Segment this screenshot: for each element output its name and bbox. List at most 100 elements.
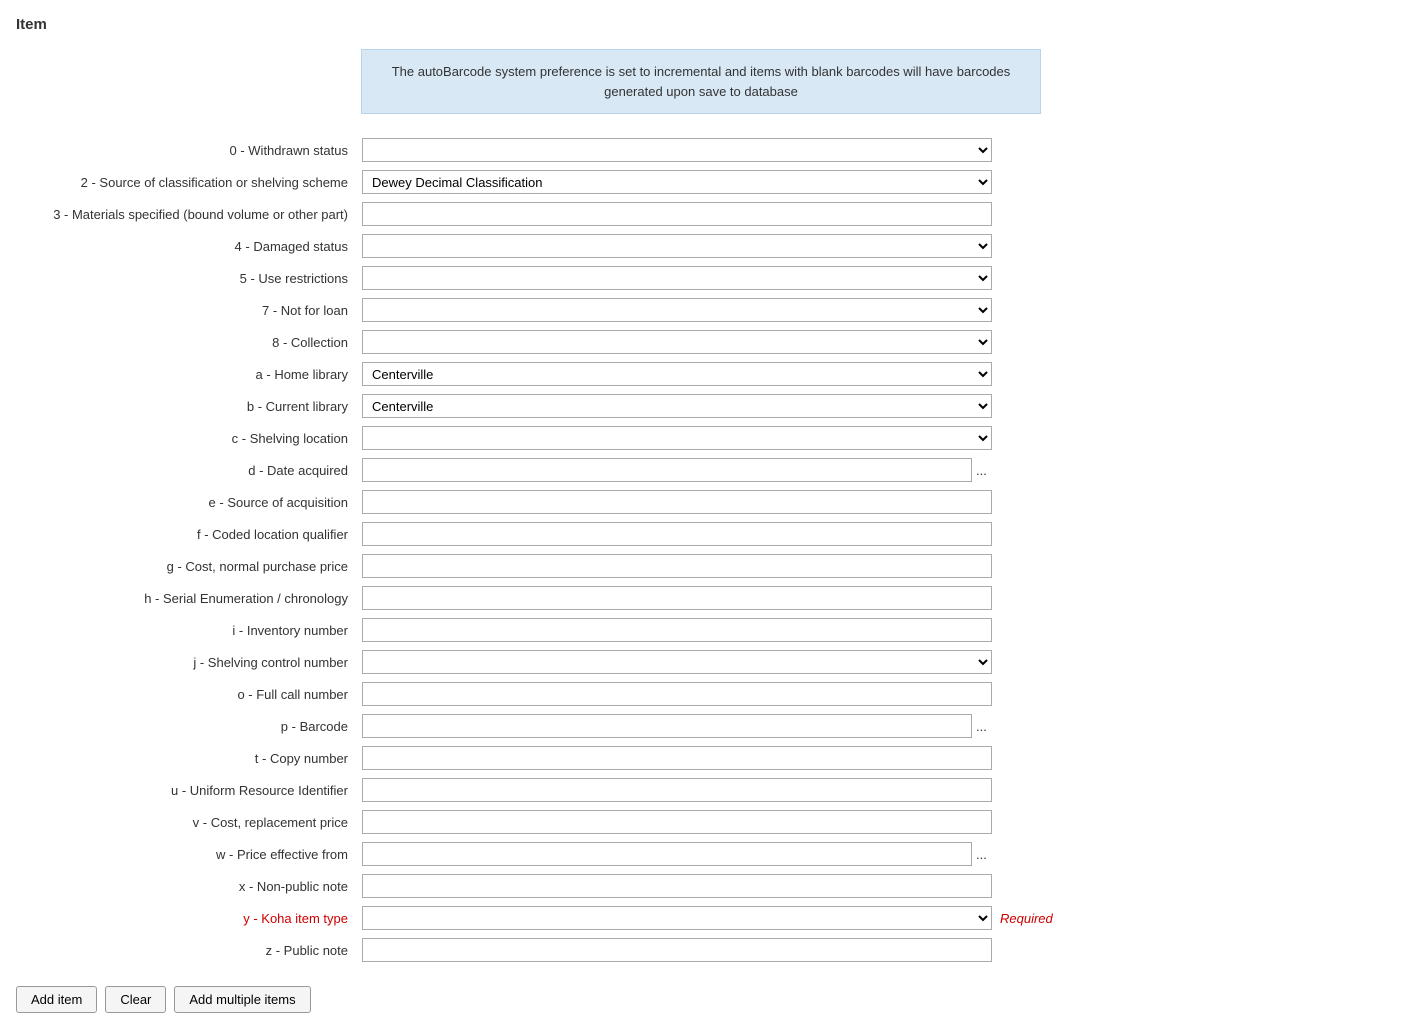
field-label-damaged: 4 - Damaged status (16, 230, 356, 262)
field-label-use_restrictions: 5 - Use restrictions (16, 262, 356, 294)
input-price_effective[interactable] (362, 842, 972, 866)
item-form-table: 0 - Withdrawn status2 - Source of classi… (16, 134, 1386, 966)
table-row: e - Source of acquisition (16, 486, 1386, 518)
field-cell-not_for_loan (356, 294, 1386, 326)
dots-date_acquired[interactable]: ... (976, 463, 987, 478)
field-label-not_for_loan: 7 - Not for loan (16, 294, 356, 326)
field-cell-inventory_number (356, 614, 1386, 646)
field-cell-classification: Dewey Decimal Classification (356, 166, 1386, 198)
table-row: 5 - Use restrictions (16, 262, 1386, 294)
table-row: c - Shelving location (16, 422, 1386, 454)
input-uri[interactable] (362, 778, 992, 802)
field-label-cost_replacement: v - Cost, replacement price (16, 806, 356, 838)
page-title: Item (16, 16, 1386, 33)
field-label-non_public_note: x - Non-public note (16, 870, 356, 902)
field-cell-cost_replacement (356, 806, 1386, 838)
field-label-public_note: z - Public note (16, 934, 356, 966)
input-collection[interactable] (362, 330, 992, 354)
field-cell-price_effective: ... (356, 838, 1386, 870)
table-row: 7 - Not for loan (16, 294, 1386, 326)
field-label-date_acquired: d - Date acquired (16, 454, 356, 486)
table-row: y - Koha item typeRequired (16, 902, 1386, 934)
field-label-inventory_number: i - Inventory number (16, 614, 356, 646)
field-label-koha_item_type: y - Koha item type (16, 902, 356, 934)
table-row: 8 - Collection (16, 326, 1386, 358)
input-home_library[interactable]: Centerville (362, 362, 992, 386)
input-non_public_note[interactable] (362, 874, 992, 898)
table-row: 4 - Damaged status (16, 230, 1386, 262)
input-damaged[interactable] (362, 234, 992, 258)
table-row: 0 - Withdrawn status (16, 134, 1386, 166)
field-cell-serial_enum (356, 582, 1386, 614)
field-cell-withdrawn (356, 134, 1386, 166)
field-label-full_call_number: o - Full call number (16, 678, 356, 710)
input-coded_location[interactable] (362, 522, 992, 546)
table-row: 2 - Source of classification or shelving… (16, 166, 1386, 198)
field-cell-damaged (356, 230, 1386, 262)
field-label-collection: 8 - Collection (16, 326, 356, 358)
input-date_acquired[interactable] (362, 458, 972, 482)
field-label-materials: 3 - Materials specified (bound volume or… (16, 198, 356, 230)
field-label-withdrawn: 0 - Withdrawn status (16, 134, 356, 166)
info-banner: The autoBarcode system preference is set… (361, 49, 1041, 114)
table-row: d - Date acquired... (16, 454, 1386, 486)
input-use_restrictions[interactable] (362, 266, 992, 290)
table-row: u - Uniform Resource Identifier (16, 774, 1386, 806)
input-barcode[interactable] (362, 714, 972, 738)
field-cell-date_acquired: ... (356, 454, 1386, 486)
field-label-barcode: p - Barcode (16, 710, 356, 742)
input-koha_item_type[interactable] (362, 906, 992, 930)
table-row: 3 - Materials specified (bound volume or… (16, 198, 1386, 230)
clear-button[interactable]: Clear (105, 986, 166, 1013)
add-item-button[interactable]: Add item (16, 986, 97, 1013)
table-row: g - Cost, normal purchase price (16, 550, 1386, 582)
input-cost_normal[interactable] (362, 554, 992, 578)
input-source_acquisition[interactable] (362, 490, 992, 514)
input-serial_enum[interactable] (362, 586, 992, 610)
field-label-copy_number: t - Copy number (16, 742, 356, 774)
table-row: h - Serial Enumeration / chronology (16, 582, 1386, 614)
input-full_call_number[interactable] (362, 682, 992, 706)
table-row: j - Shelving control number (16, 646, 1386, 678)
dots-price_effective[interactable]: ... (976, 847, 987, 862)
input-shelving_control[interactable] (362, 650, 992, 674)
add-multiple-button[interactable]: Add multiple items (174, 986, 310, 1013)
input-copy_number[interactable] (362, 746, 992, 770)
table-row: z - Public note (16, 934, 1386, 966)
field-cell-barcode: ... (356, 710, 1386, 742)
field-cell-current_library: Centerville (356, 390, 1386, 422)
field-cell-non_public_note (356, 870, 1386, 902)
field-label-classification: 2 - Source of classification or shelving… (16, 166, 356, 198)
field-cell-cost_normal (356, 550, 1386, 582)
input-current_library[interactable]: Centerville (362, 394, 992, 418)
table-row: x - Non-public note (16, 870, 1386, 902)
field-cell-uri (356, 774, 1386, 806)
field-cell-copy_number (356, 742, 1386, 774)
field-cell-collection (356, 326, 1386, 358)
field-cell-coded_location (356, 518, 1386, 550)
input-cost_replacement[interactable] (362, 810, 992, 834)
input-withdrawn[interactable] (362, 138, 992, 162)
field-cell-use_restrictions (356, 262, 1386, 294)
field-label-shelving_control: j - Shelving control number (16, 646, 356, 678)
table-row: b - Current libraryCenterville (16, 390, 1386, 422)
input-inventory_number[interactable] (362, 618, 992, 642)
field-cell-shelving_location (356, 422, 1386, 454)
input-not_for_loan[interactable] (362, 298, 992, 322)
input-public_note[interactable] (362, 938, 992, 962)
input-materials[interactable] (362, 202, 992, 226)
table-row: t - Copy number (16, 742, 1386, 774)
field-cell-shelving_control (356, 646, 1386, 678)
field-label-uri: u - Uniform Resource Identifier (16, 774, 356, 806)
table-row: o - Full call number (16, 678, 1386, 710)
input-classification[interactable]: Dewey Decimal Classification (362, 170, 992, 194)
dots-barcode[interactable]: ... (976, 719, 987, 734)
table-row: p - Barcode... (16, 710, 1386, 742)
table-row: a - Home libraryCenterville (16, 358, 1386, 390)
field-label-home_library: a - Home library (16, 358, 356, 390)
button-bar: Add item Clear Add multiple items (16, 986, 1386, 1013)
field-cell-home_library: Centerville (356, 358, 1386, 390)
input-shelving_location[interactable] (362, 426, 992, 450)
field-cell-full_call_number (356, 678, 1386, 710)
field-label-cost_normal: g - Cost, normal purchase price (16, 550, 356, 582)
